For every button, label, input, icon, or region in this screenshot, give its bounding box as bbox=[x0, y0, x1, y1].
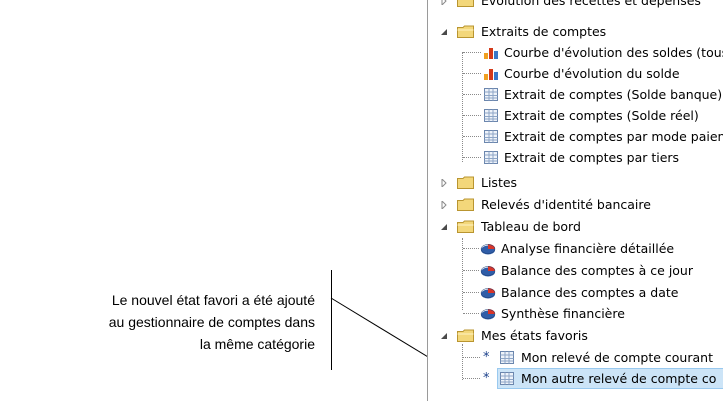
table-report-icon bbox=[484, 88, 498, 101]
tree-leaf-label: Synthèse financière bbox=[501, 306, 625, 321]
tree-leaf-label: Extrait de comptes par mode paien bbox=[504, 129, 723, 144]
favorite-star-icon: * bbox=[483, 350, 490, 365]
table-report-icon bbox=[500, 372, 514, 385]
table-report-icon bbox=[484, 130, 498, 143]
tree-node-label: Tableau de bord bbox=[481, 219, 581, 234]
tree-guide bbox=[462, 52, 463, 162]
folder-open-icon bbox=[457, 25, 474, 38]
table-report-icon bbox=[500, 351, 514, 364]
tree-leaf-label: Mon relevé de compte courant bbox=[521, 350, 713, 365]
tree-node-label: Relevés d'identité bancaire bbox=[481, 197, 651, 212]
folder-open-icon bbox=[457, 220, 474, 233]
tree-leaf-label: Extrait de comptes par tiers bbox=[504, 150, 680, 165]
tree-node-label: Extraits de comptes bbox=[481, 24, 607, 39]
table-report-icon bbox=[484, 151, 498, 164]
favorite-star-icon: * bbox=[483, 371, 490, 386]
report-tree-panel[interactable]: Évolution des recettes et dépenses Extra… bbox=[427, 0, 723, 401]
folder-open-icon bbox=[457, 329, 474, 342]
tree-leaf-label: Analyse financière détaillée bbox=[501, 241, 675, 256]
pie-chart-icon bbox=[480, 287, 496, 299]
tree-leaf-label: Mon autre relevé de compte co bbox=[521, 371, 717, 386]
tree-leaf-label: Extrait de comptes (Solde réel) bbox=[504, 108, 699, 123]
tree-leaf-label: Balance des comptes à ce jour bbox=[501, 263, 693, 278]
bar-chart-icon bbox=[484, 48, 498, 59]
pie-chart-icon bbox=[480, 265, 496, 277]
folder-icon bbox=[457, 176, 474, 189]
collapsed-arrow-icon[interactable] bbox=[440, 201, 448, 209]
table-report-icon bbox=[484, 109, 498, 122]
collapsed-arrow-icon[interactable] bbox=[440, 179, 448, 187]
tree-leaf-label: Courbe d'évolution des soldes (tous bbox=[504, 45, 723, 60]
tree-node-label: Mes états favoris bbox=[481, 328, 588, 343]
expanded-arrow-icon[interactable] bbox=[440, 28, 448, 36]
pie-chart-icon bbox=[480, 243, 496, 255]
tree-leaf-label: Extrait de comptes (Solde banque) bbox=[504, 87, 723, 102]
collapsed-arrow-icon[interactable] bbox=[440, 0, 448, 5]
bar-chart-icon bbox=[484, 69, 498, 80]
folder-icon bbox=[457, 198, 474, 211]
tree-leaf-label: Courbe d'évolution du solde bbox=[504, 66, 680, 81]
pie-chart-icon bbox=[480, 308, 496, 320]
expanded-arrow-icon[interactable] bbox=[440, 223, 448, 231]
folder-icon bbox=[457, 0, 474, 7]
expanded-arrow-icon[interactable] bbox=[440, 332, 448, 340]
tree-node-label: Évolution des recettes et dépenses bbox=[481, 0, 701, 8]
tree-guide bbox=[462, 344, 463, 380]
tree-node-label: Listes bbox=[481, 175, 518, 190]
tree-leaf-label: Balance des comptes a date bbox=[501, 285, 679, 300]
